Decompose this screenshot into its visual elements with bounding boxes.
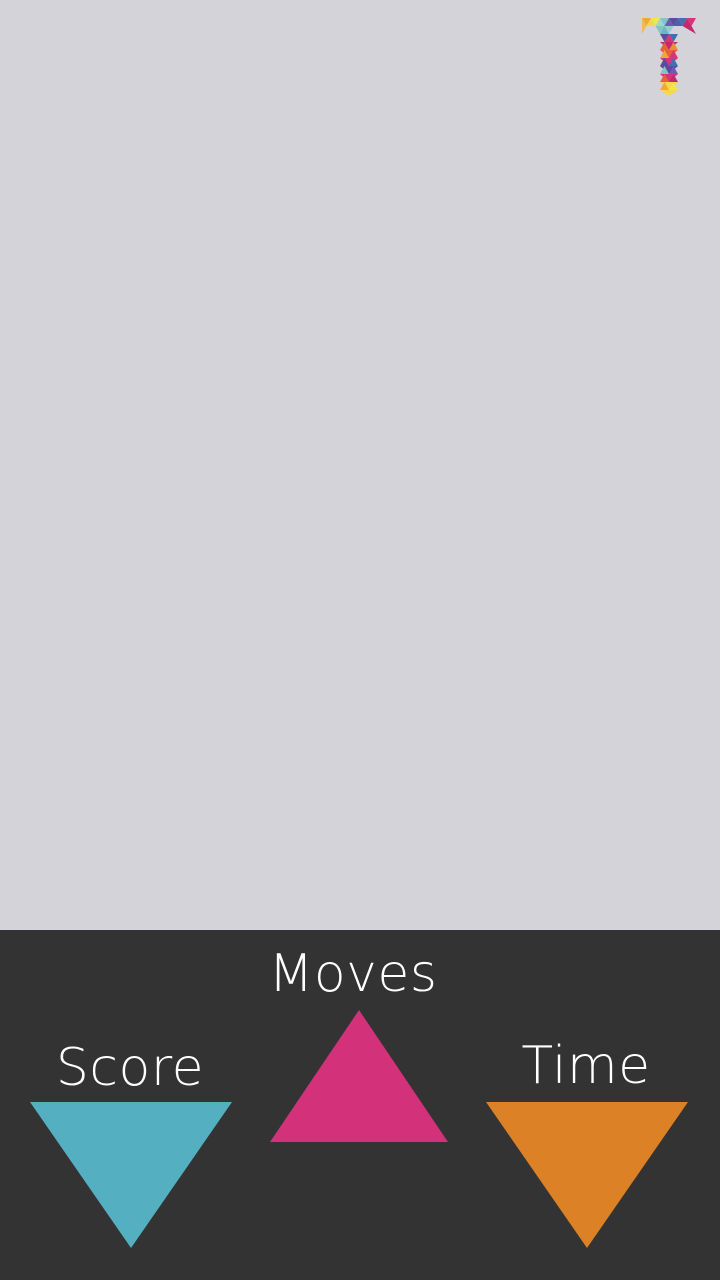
score-triangle[interactable]	[30, 1102, 232, 1248]
moves-triangle[interactable]	[270, 1010, 448, 1142]
time-label: Time	[521, 1036, 651, 1096]
score-label: Score	[55, 1038, 205, 1098]
game-screen: Moves Score Time	[0, 0, 720, 1280]
game-board[interactable]	[0, 0, 720, 930]
moves-label: Moves	[268, 944, 438, 1004]
time-triangle[interactable]	[486, 1102, 688, 1248]
tris-logo-icon	[642, 18, 696, 96]
hud-panel: Moves Score Time	[0, 930, 720, 1280]
